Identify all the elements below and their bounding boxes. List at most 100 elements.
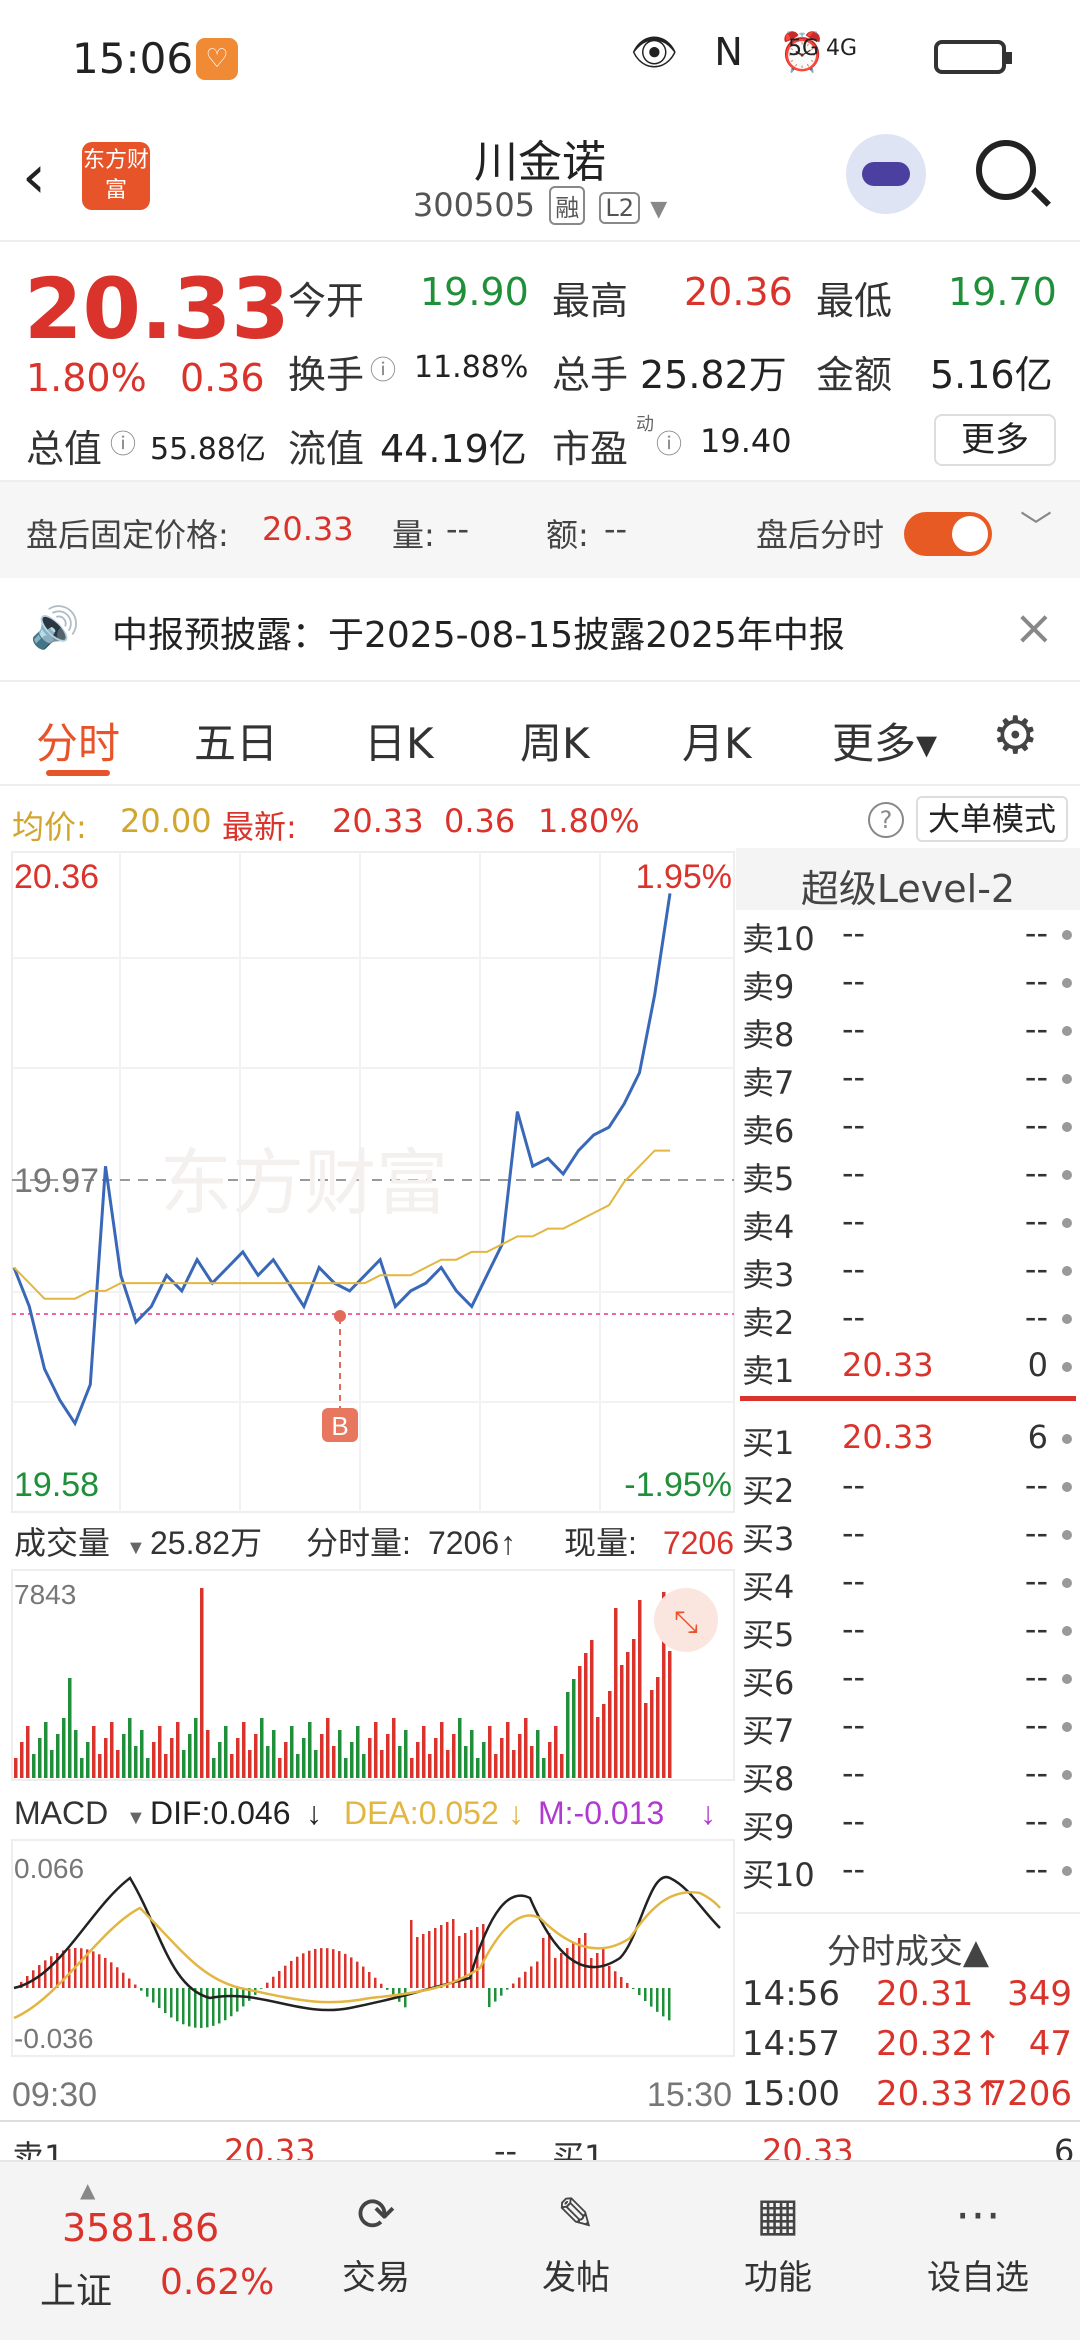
- notice-bar[interactable]: 🔊 中报预披露：于2025-08-15披露2025年中报 ×: [0, 578, 1080, 682]
- bid-row[interactable]: 买5 -- --: [742, 1610, 1072, 1658]
- volume-bar: [20, 1742, 24, 1778]
- volume-bar: [242, 1722, 246, 1778]
- volume-bar: [278, 1758, 282, 1778]
- level-tag[interactable]: L2: [599, 192, 641, 224]
- ask-row[interactable]: 卖7 -- --: [742, 1058, 1072, 1106]
- bid-row[interactable]: 买8 -- --: [742, 1754, 1072, 1802]
- volume-bar: [92, 1726, 96, 1778]
- info-icon[interactable]: ⓘ: [370, 350, 396, 387]
- float-value: 44.19亿: [380, 427, 527, 471]
- volume-label: 总手: [552, 353, 629, 397]
- intraday-chart[interactable]: 东方财富 B 20.36 1.95% 19.97 19.58 -1.95% 成交…: [0, 848, 736, 2120]
- tab-more[interactable]: 更多▾: [832, 710, 937, 771]
- macd-bar: [608, 1965, 611, 1988]
- close-icon[interactable]: ×: [1014, 600, 1054, 656]
- app-notification-icon: ♡: [196, 38, 238, 80]
- big-order-mode-button[interactable]: 大单模式: [916, 796, 1068, 842]
- function-button[interactable]: ▦ 功能: [698, 2178, 858, 2299]
- post-button[interactable]: ✎ 发帖: [496, 2178, 656, 2299]
- dif-line: [13, 1875, 721, 2012]
- tab-intraday[interactable]: 分时: [36, 710, 120, 771]
- info-icon[interactable]: ⓘ: [656, 424, 682, 461]
- volume-bar: [194, 1718, 198, 1778]
- volume-bar: [32, 1754, 36, 1778]
- bid-row[interactable]: 买6 -- --: [742, 1658, 1072, 1706]
- dea-value: DEA:0.052: [344, 1795, 499, 1831]
- macd-bar: [266, 1982, 269, 1988]
- macd-bar: [626, 1982, 629, 1988]
- vol-seg-label: 分时量:: [306, 1525, 411, 1561]
- macd-bar: [584, 1933, 587, 1988]
- trades-header[interactable]: 分时成交▲: [736, 1912, 1080, 1972]
- bid-row[interactable]: 买10 -- --: [742, 1850, 1072, 1898]
- help-icon[interactable]: ?: [868, 802, 904, 838]
- macd-bar: [620, 1976, 623, 1988]
- ask-row[interactable]: 卖6 -- --: [742, 1106, 1072, 1154]
- volume-bar: [188, 1734, 192, 1778]
- book-level-label: 买10: [742, 1856, 815, 1894]
- volume-bar: [62, 1718, 66, 1778]
- ask-row[interactable]: 卖10 -- --: [742, 914, 1072, 962]
- volume-value: 25.82万: [640, 353, 787, 397]
- search-icon[interactable]: [976, 140, 1036, 200]
- volume-bar: [452, 1734, 456, 1778]
- ask-row[interactable]: 卖3 -- --: [742, 1250, 1072, 1298]
- assistant-robot-icon[interactable]: [846, 134, 926, 214]
- after-hours-toggle[interactable]: [904, 512, 992, 556]
- trade-button[interactable]: ⟳ 交易: [296, 2178, 456, 2299]
- volume-bar: [326, 1718, 330, 1778]
- volume-bar: [308, 1722, 312, 1778]
- l2-header[interactable]: 超级Level-2: [736, 848, 1080, 911]
- bid-row[interactable]: 买2 -- --: [742, 1466, 1072, 1514]
- tab-five-day[interactable]: 五日: [194, 710, 278, 771]
- dot-icon: [1062, 1434, 1072, 1444]
- expand-icon: ⤡: [674, 1605, 698, 1640]
- add-watchlist-button[interactable]: ⋯ 设自选: [898, 2178, 1058, 2299]
- tab-month-k[interactable]: 月K: [682, 710, 752, 771]
- volume-bar: [104, 1738, 108, 1778]
- bid-row[interactable]: 买7 -- --: [742, 1706, 1072, 1754]
- ask-row[interactable]: 卖5 -- --: [742, 1154, 1072, 1202]
- book-price: 20.33: [842, 1346, 934, 1384]
- volume-dropdown-icon[interactable]: ▼: [126, 1537, 146, 1559]
- book-level-label: 卖6: [742, 1112, 795, 1150]
- book-price: --: [842, 1610, 866, 1648]
- gear-icon[interactable]: ⚙: [992, 706, 1039, 766]
- chevron-down-icon[interactable]: ▼: [650, 197, 667, 222]
- index-ticker[interactable]: 3581.86 ▲ 上证 0.62%: [20, 2178, 280, 2328]
- macd-dropdown-icon[interactable]: ▼: [126, 1807, 146, 1829]
- macd-bar: [230, 1988, 233, 2017]
- volume-bar: [116, 1750, 120, 1778]
- volume-bar: [638, 1600, 642, 1778]
- volume-bar: [80, 1758, 84, 1778]
- ask-row[interactable]: 卖4 -- --: [742, 1202, 1072, 1250]
- bid-row[interactable]: 买1 20.33 6: [742, 1418, 1072, 1466]
- more-button[interactable]: 更多: [934, 414, 1056, 466]
- change-amount: 0.36: [180, 356, 265, 400]
- tab-week-k[interactable]: 周K: [520, 710, 590, 771]
- macd-bar: [260, 1988, 263, 1989]
- ask-row[interactable]: 卖9 -- --: [742, 962, 1072, 1010]
- volume-bar: [86, 1742, 90, 1778]
- tab-day-k[interactable]: 日K: [364, 710, 434, 771]
- bid-row[interactable]: 买4 -- --: [742, 1562, 1072, 1610]
- high-value: 20.36: [684, 270, 793, 314]
- volume-bar: [128, 1718, 132, 1778]
- volume-bar: [608, 1691, 612, 1778]
- ask-row[interactable]: 卖2 -- --: [742, 1298, 1072, 1346]
- macd-bar: [632, 1988, 635, 1990]
- volume-bar: [254, 1734, 258, 1778]
- book-price: --: [842, 1058, 866, 1096]
- chevron-down-icon[interactable]: ﹀: [1020, 502, 1052, 548]
- volume-bar: [26, 1726, 30, 1778]
- volume-bar: [470, 1730, 474, 1778]
- ask-row[interactable]: 卖8 -- --: [742, 1010, 1072, 1058]
- volume-bar: [50, 1750, 54, 1778]
- info-icon[interactable]: ⓘ: [110, 424, 136, 461]
- notice-text[interactable]: 中报预披露：于2025-08-15披露2025年中报: [112, 606, 845, 658]
- after-hours-toggle-label: 盘后分时: [756, 516, 885, 554]
- bid-row[interactable]: 买9 -- --: [742, 1802, 1072, 1850]
- volume-bar: [146, 1758, 150, 1778]
- ask-row[interactable]: 卖1 20.33 0: [742, 1346, 1072, 1394]
- bid-row[interactable]: 买3 -- --: [742, 1514, 1072, 1562]
